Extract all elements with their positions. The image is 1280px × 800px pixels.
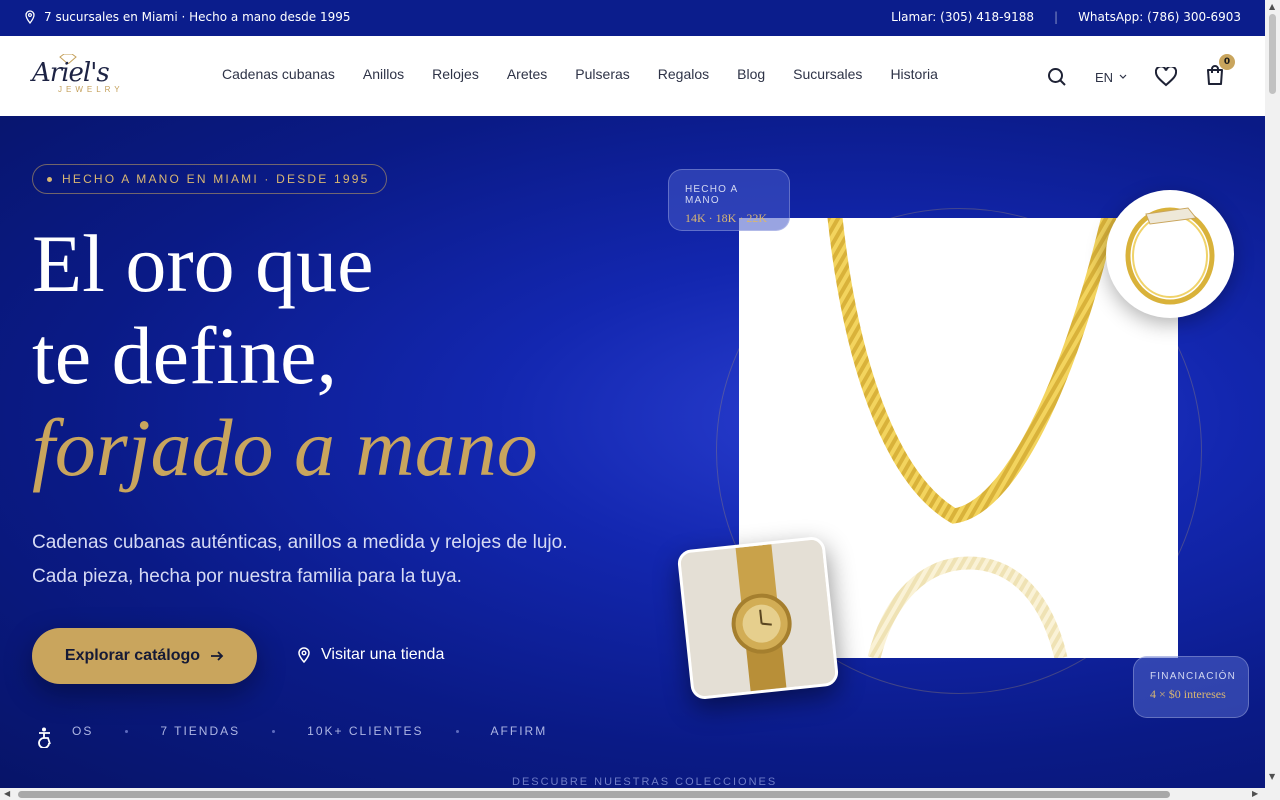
- language-label: EN: [1094, 69, 1113, 85]
- hero-title-line1: El oro que: [32, 218, 374, 309]
- chevron-down-icon: [1119, 74, 1127, 79]
- logo-script: Ariel's: [32, 58, 110, 88]
- gold-watch-illustration: [679, 538, 840, 701]
- topbar-separator: |: [1054, 10, 1059, 24]
- horizontal-scroll-thumb[interactable]: [18, 791, 1170, 798]
- stat-item: 10K+ CLIENTES: [307, 724, 424, 738]
- logo[interactable]: Ariel's JEWELRY: [30, 54, 130, 98]
- hero-eyebrow-pill: HECHO A MANO EN MIAMI · DESDE 1995: [32, 164, 387, 194]
- cart-count-badge: 0: [1219, 54, 1235, 70]
- visit-store-label: Visitar una tienda: [321, 646, 445, 663]
- hero-title-line2: te define,: [32, 310, 338, 401]
- handmade-badge: HECHO A MANO 14K · 18K · 22K: [668, 169, 790, 231]
- nav-item-cadenas[interactable]: Cadenas cubanas: [222, 66, 335, 82]
- nav-item-aretes[interactable]: Aretes: [507, 66, 547, 82]
- vertical-scroll-thumb[interactable]: [1269, 14, 1276, 94]
- nav-item-blog[interactable]: Blog: [737, 66, 765, 82]
- hero-stats: OS 7 TIENDAS 10K+ CLIENTES AFFIRM: [72, 724, 547, 738]
- search-icon[interactable]: [1047, 67, 1067, 87]
- accessibility-icon[interactable]: [36, 726, 58, 748]
- visit-store-link[interactable]: Visitar una tienda: [297, 646, 444, 664]
- hero-lede: Cadenas cubanas auténticas, anillos a me…: [32, 532, 568, 587]
- nav-item-anillos[interactable]: Anillos: [363, 66, 404, 82]
- stat-item: 7 TIENDAS: [160, 724, 241, 738]
- gold-ring-illustration: [1125, 207, 1215, 305]
- scroll-left-icon[interactable]: ◀: [4, 789, 10, 798]
- financing-badge: FINANCIACIÓN 4 × $0 intereses: [1133, 656, 1249, 718]
- handmade-badge-label: HECHO A MANO: [685, 184, 738, 206]
- horizontal-scrollbar[interactable]: ◀ ▶: [0, 788, 1280, 800]
- nav-item-relojes[interactable]: Relojes: [432, 66, 479, 82]
- nav-item-pulseras[interactable]: Pulseras: [575, 66, 629, 82]
- financing-badge-value: 4 × $0 intereses: [1150, 687, 1226, 701]
- scroll-right-icon[interactable]: ▶: [1252, 789, 1258, 798]
- location-pin-icon: [25, 10, 35, 24]
- logo-sub: JEWELRY: [58, 85, 124, 94]
- nav-menu: Cadenas cubanas Anillos Relojes Aretes P…: [222, 66, 938, 82]
- phone-link[interactable]: Llamar: (305) 418-9188: [891, 10, 1034, 24]
- hero-eyebrow: HECHO A MANO EN MIAMI · DESDE 1995: [62, 172, 370, 186]
- main-nav: Ariel's JEWELRY Cadenas cubanas Anillos …: [0, 36, 1265, 116]
- nav-item-sucursales[interactable]: Sucursales: [793, 66, 862, 82]
- hero-title-line3: forjado a mano: [32, 402, 538, 493]
- explore-catalog-button[interactable]: Explorar catálogo: [32, 628, 257, 684]
- language-selector[interactable]: EN: [1095, 70, 1127, 85]
- topbar-locations-text: 7 sucursales en Miami · Hecho a mano des…: [44, 10, 351, 24]
- top-bar: 7 sucursales en Miami · Hecho a mano des…: [0, 0, 1265, 36]
- heart-icon[interactable]: [1155, 67, 1177, 87]
- hero-title: El oro que te define, forjado a mano: [32, 218, 538, 494]
- stat-divider: [272, 729, 276, 733]
- financing-badge-label: FINANCIACIÓN: [1150, 671, 1237, 682]
- whatsapp-link[interactable]: WhatsApp: (786) 300-6903: [1078, 10, 1241, 24]
- nav-item-regalos[interactable]: Regalos: [658, 66, 709, 82]
- handmade-badge-value: 14K · 18K · 22K: [685, 211, 767, 225]
- location-pin-icon: [298, 647, 310, 663]
- stat-divider: [125, 729, 129, 733]
- topbar-locations: 7 sucursales en Miami · Hecho a mano des…: [24, 10, 351, 24]
- scroll-down-icon[interactable]: ▼: [1269, 772, 1275, 781]
- gold-watch-image: [676, 535, 840, 701]
- stat-divider: [455, 729, 459, 733]
- cart-button[interactable]: 0: [1205, 54, 1235, 90]
- stat-item: OS: [72, 724, 94, 738]
- scroll-up-icon[interactable]: ▲: [1269, 2, 1275, 11]
- hero-section: HECHO A MANO EN MIAMI · DESDE 1995 El or…: [0, 116, 1265, 788]
- eyebrow-dot: [47, 176, 52, 182]
- nav-item-historia[interactable]: Historia: [890, 66, 937, 82]
- vertical-scrollbar[interactable]: ▲ ▼: [1265, 0, 1280, 788]
- discover-collections-label: DESCUBRE NUESTRAS COLECCIONES: [512, 776, 778, 788]
- stat-item: AFFIRM: [490, 724, 548, 738]
- arrow-right-icon: [211, 651, 224, 661]
- explore-catalog-label: Explorar catálogo: [64, 647, 201, 664]
- gold-ring-image: [1106, 190, 1234, 318]
